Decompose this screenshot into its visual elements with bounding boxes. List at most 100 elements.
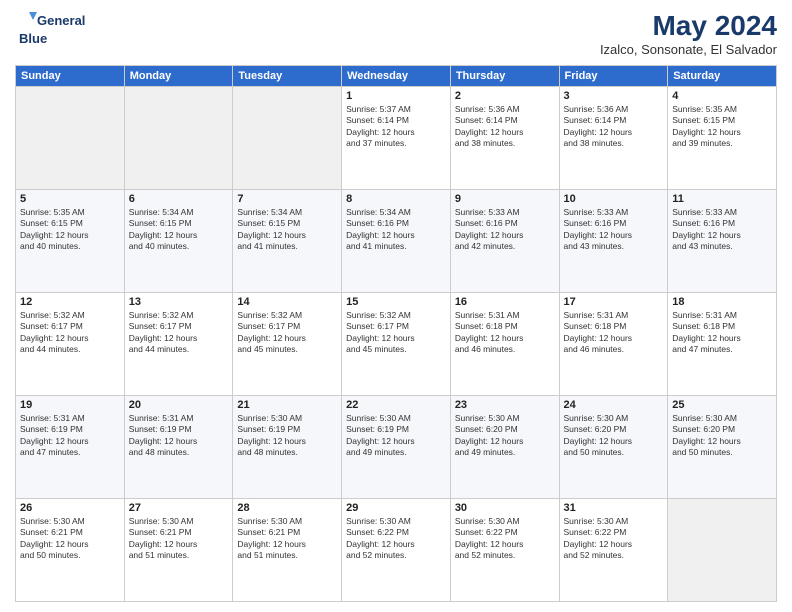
day-number: 3	[564, 90, 664, 102]
calendar-body: 1Sunrise: 5:37 AM Sunset: 6:14 PM Daylig…	[16, 87, 777, 602]
calendar-cell: 23Sunrise: 5:30 AM Sunset: 6:20 PM Dayli…	[450, 396, 559, 499]
logo-svg	[15, 10, 37, 32]
calendar-cell: 22 Sunrise: 5:30 AM Sunset: 6:19 PM Dayli…	[342, 396, 451, 499]
calendar-cell: 20 Sunrise: 5:31 AM Sunset: 6:19 PM Dayli…	[124, 396, 233, 499]
day-number: 26	[20, 502, 120, 514]
day-number: 5	[20, 193, 120, 205]
calendar-page: General Blue May 2024 Izalco, Sonsonate,…	[0, 0, 792, 612]
calendar-cell	[16, 87, 125, 190]
calendar-week-4: 19 Sunrise: 5:31 AM Sunset: 6:19 PM Dayli…	[16, 396, 777, 499]
cell-content: Sunrise: 5:31 AM Sunset: 6:19 PM Dayligh…	[129, 413, 229, 459]
day-header-monday: Monday	[124, 66, 233, 87]
calendar-cell: 25 Sunrise: 5:30 AM Sunset: 6:20 PM Dayli…	[668, 396, 777, 499]
calendar-cell: 2 Sunrise: 5:36 AM Sunset: 6:14 PM Daylig…	[450, 87, 559, 190]
day-number: 20	[129, 399, 229, 411]
cell-content: Sunrise: 5:30 AM Sunset: 6:19 PM Dayligh…	[346, 413, 446, 459]
day-number: 19	[20, 399, 120, 411]
day-number: 31	[564, 502, 664, 514]
day-number: 28	[237, 502, 337, 514]
cell-content: Sunrise: 5:32 AM Sunset: 6:17 PM Dayligh…	[346, 310, 446, 356]
day-number: 16	[455, 296, 555, 308]
calendar-cell: 7 Sunrise: 5:34 AM Sunset: 6:15 PM Daylig…	[233, 190, 342, 293]
day-number: 25	[672, 399, 772, 411]
title-block: May 2024 Izalco, Sonsonate, El Salvador	[600, 10, 777, 57]
day-number: 27	[129, 502, 229, 514]
day-number: 9	[455, 193, 555, 205]
calendar-cell: 10 Sunrise: 5:33 AM Sunset: 6:16 PM Dayli…	[559, 190, 668, 293]
calendar-table: SundayMondayTuesdayWednesdayThursdayFrid…	[15, 65, 777, 602]
day-number: 7	[237, 193, 337, 205]
cell-content: Sunrise: 5:35 AM Sunset: 6:15 PM Dayligh…	[20, 207, 120, 253]
cell-content: Sunrise: 5:30 AM Sunset: 6:21 PM Dayligh…	[129, 516, 229, 562]
calendar-cell: 9 Sunrise: 5:33 AM Sunset: 6:16 PM Daylig…	[450, 190, 559, 293]
month-year: May 2024	[600, 10, 777, 42]
cell-content: Sunrise: 5:36 AM Sunset: 6:14 PM Dayligh…	[455, 104, 555, 150]
cell-content: Sunrise: 5:34 AM Sunset: 6:15 PM Dayligh…	[129, 207, 229, 253]
calendar-week-5: 26 Sunrise: 5:30 AM Sunset: 6:21 PM Dayli…	[16, 499, 777, 602]
day-number: 13	[129, 296, 229, 308]
calendar-cell: 3 Sunrise: 5:36 AM Sunset: 6:14 PM Daylig…	[559, 87, 668, 190]
calendar-cell: 19 Sunrise: 5:31 AM Sunset: 6:19 PM Dayli…	[16, 396, 125, 499]
cell-content: Sunrise: 5:30 AM Sunset: 6:19 PM Dayligh…	[237, 413, 337, 459]
day-header-sunday: Sunday	[16, 66, 125, 87]
calendar-cell: 4Sunrise: 5:35 AM Sunset: 6:15 PM Daylig…	[668, 87, 777, 190]
logo: General Blue	[15, 10, 85, 46]
calendar-cell: 12 Sunrise: 5:32 AM Sunset: 6:17 PM Dayli…	[16, 293, 125, 396]
cell-content: Sunrise: 5:31 AM Sunset: 6:18 PM Dayligh…	[564, 310, 664, 356]
calendar-week-1: 1Sunrise: 5:37 AM Sunset: 6:14 PM Daylig…	[16, 87, 777, 190]
calendar-cell: 29Sunrise: 5:30 AM Sunset: 6:22 PM Dayli…	[342, 499, 451, 602]
cell-content: Sunrise: 5:36 AM Sunset: 6:14 PM Dayligh…	[564, 104, 664, 150]
day-header-thursday: Thursday	[450, 66, 559, 87]
day-number: 14	[237, 296, 337, 308]
day-number: 6	[129, 193, 229, 205]
day-number: 11	[672, 193, 772, 205]
calendar-cell: 1Sunrise: 5:37 AM Sunset: 6:14 PM Daylig…	[342, 87, 451, 190]
cell-content: Sunrise: 5:33 AM Sunset: 6:16 PM Dayligh…	[455, 207, 555, 253]
day-number: 29	[346, 502, 446, 514]
calendar-week-2: 5 Sunrise: 5:35 AM Sunset: 6:15 PM Daylig…	[16, 190, 777, 293]
cell-content: Sunrise: 5:31 AM Sunset: 6:18 PM Dayligh…	[455, 310, 555, 356]
cell-content: Sunrise: 5:32 AM Sunset: 6:17 PM Dayligh…	[129, 310, 229, 356]
cell-content: Sunrise: 5:32 AM Sunset: 6:17 PM Dayligh…	[20, 310, 120, 356]
cell-content: Sunrise: 5:30 AM Sunset: 6:20 PM Dayligh…	[455, 413, 555, 459]
cell-content: Sunrise: 5:30 AM Sunset: 6:21 PM Dayligh…	[20, 516, 120, 562]
day-number: 24	[564, 399, 664, 411]
calendar-cell: 6 Sunrise: 5:34 AM Sunset: 6:15 PM Daylig…	[124, 190, 233, 293]
cell-content: Sunrise: 5:33 AM Sunset: 6:16 PM Dayligh…	[672, 207, 772, 253]
cell-content: Sunrise: 5:34 AM Sunset: 6:16 PM Dayligh…	[346, 207, 446, 253]
calendar-cell: 31 Sunrise: 5:30 AM Sunset: 6:22 PM Dayli…	[559, 499, 668, 602]
day-number: 15	[346, 296, 446, 308]
cell-content: Sunrise: 5:31 AM Sunset: 6:19 PM Dayligh…	[20, 413, 120, 459]
logo-line2: Blue	[19, 32, 47, 46]
calendar-cell: 27 Sunrise: 5:30 AM Sunset: 6:21 PM Dayli…	[124, 499, 233, 602]
calendar-cell	[668, 499, 777, 602]
day-number: 2	[455, 90, 555, 102]
calendar-cell	[233, 87, 342, 190]
cell-content: Sunrise: 5:30 AM Sunset: 6:20 PM Dayligh…	[564, 413, 664, 459]
day-number: 1	[346, 90, 446, 102]
day-number: 8	[346, 193, 446, 205]
cell-content: Sunrise: 5:33 AM Sunset: 6:16 PM Dayligh…	[564, 207, 664, 253]
calendar-cell: 15 Sunrise: 5:32 AM Sunset: 6:17 PM Dayli…	[342, 293, 451, 396]
day-number: 10	[564, 193, 664, 205]
day-number: 12	[20, 296, 120, 308]
calendar-cell: 28 Sunrise: 5:30 AM Sunset: 6:21 PM Dayli…	[233, 499, 342, 602]
cell-content: Sunrise: 5:30 AM Sunset: 6:21 PM Dayligh…	[237, 516, 337, 562]
calendar-cell: 30Sunrise: 5:30 AM Sunset: 6:22 PM Dayli…	[450, 499, 559, 602]
header: General Blue May 2024 Izalco, Sonsonate,…	[15, 10, 777, 57]
cell-content: Sunrise: 5:32 AM Sunset: 6:17 PM Dayligh…	[237, 310, 337, 356]
cell-content: Sunrise: 5:30 AM Sunset: 6:22 PM Dayligh…	[455, 516, 555, 562]
cell-content: Sunrise: 5:30 AM Sunset: 6:20 PM Dayligh…	[672, 413, 772, 459]
cell-content: Sunrise: 5:35 AM Sunset: 6:15 PM Dayligh…	[672, 104, 772, 150]
calendar-cell: 8 Sunrise: 5:34 AM Sunset: 6:16 PM Daylig…	[342, 190, 451, 293]
cell-content: Sunrise: 5:34 AM Sunset: 6:15 PM Dayligh…	[237, 207, 337, 253]
calendar-cell	[124, 87, 233, 190]
calendar-cell: 17Sunrise: 5:31 AM Sunset: 6:18 PM Dayli…	[559, 293, 668, 396]
day-number: 21	[237, 399, 337, 411]
calendar-cell: 14 Sunrise: 5:32 AM Sunset: 6:17 PM Dayli…	[233, 293, 342, 396]
day-number: 22	[346, 399, 446, 411]
calendar-header-row: SundayMondayTuesdayWednesdayThursdayFrid…	[16, 66, 777, 87]
day-header-friday: Friday	[559, 66, 668, 87]
logo-line1: General	[37, 14, 85, 28]
cell-content: Sunrise: 5:30 AM Sunset: 6:22 PM Dayligh…	[564, 516, 664, 562]
